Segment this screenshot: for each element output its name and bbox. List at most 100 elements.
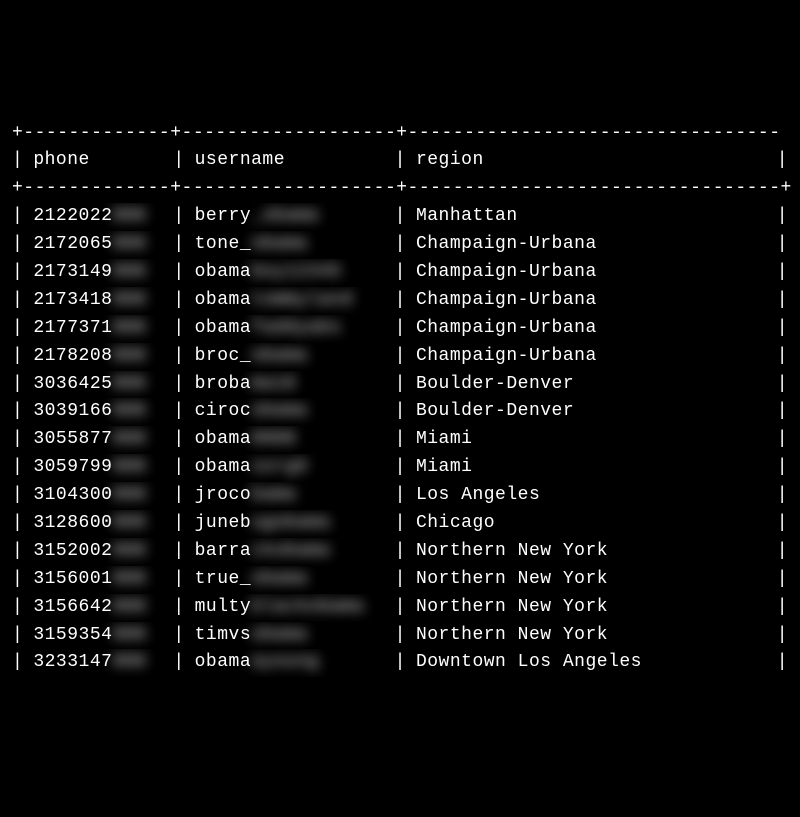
phone-redacted: 000 [112, 426, 146, 454]
username-visible: multy [195, 594, 252, 622]
username-visible: obama [195, 287, 252, 315]
column-separator: | [777, 566, 788, 594]
cell-region: Miami [406, 454, 777, 482]
column-separator: | [395, 482, 406, 510]
phone-redacted: 000 [112, 343, 146, 371]
column-separator: | [12, 203, 23, 231]
cell-phone: 3055877000 [23, 426, 173, 454]
table-row: |2177371000|obamafaddyabs|Champaign-Urba… [12, 315, 788, 343]
column-separator: | [173, 649, 184, 677]
column-separator: | [12, 147, 23, 175]
column-separator: | [777, 622, 788, 650]
column-separator: | [12, 231, 23, 259]
table-row: |3156001000|true_obama|Northern New York… [12, 566, 788, 594]
column-separator: | [395, 538, 406, 566]
username-redacted: obama [251, 622, 308, 650]
column-separator: | [12, 343, 23, 371]
cell-region: Champaign-Urbana [406, 287, 777, 315]
cell-region: Champaign-Urbana [406, 343, 777, 371]
cell-phone: 2122022000 [23, 203, 173, 231]
table-row: |2178208000|broc_obama|Champaign-Urbana| [12, 343, 788, 371]
column-separator: | [173, 343, 184, 371]
column-separator: | [12, 566, 23, 594]
username-redacted: obama [251, 566, 308, 594]
column-separator: | [173, 287, 184, 315]
username-visible: obama [195, 454, 252, 482]
cell-region: Northern New York [406, 566, 777, 594]
phone-redacted: 000 [112, 315, 146, 343]
cell-phone: 2177371000 [23, 315, 173, 343]
username-redacted: obama [251, 343, 308, 371]
table-row: |3055877000|obama0808|Miami| [12, 426, 788, 454]
column-separator: | [395, 203, 406, 231]
column-separator: | [12, 510, 23, 538]
column-separator: | [173, 203, 184, 231]
table-row: |3233147000|obamaayoung|Downtown Los Ang… [12, 649, 788, 677]
column-separator: | [777, 231, 788, 259]
username-redacted: 0808 [251, 426, 296, 454]
column-separator: | [173, 622, 184, 650]
cell-username: obamaboy12345 [185, 259, 395, 287]
query-result-table: +-------------+-------------------+-----… [12, 120, 788, 678]
username-visible: berry [195, 203, 252, 231]
cell-phone: 2173418000 [23, 287, 173, 315]
cell-username: obamafaddyabs [185, 315, 395, 343]
cell-username: junebugobama [185, 510, 395, 538]
column-separator: | [12, 371, 23, 399]
phone-redacted: 000 [112, 203, 146, 231]
column-separator: | [777, 594, 788, 622]
table-row: |2173418000|obamatommyland|Champaign-Urb… [12, 287, 788, 315]
column-separator: | [395, 649, 406, 677]
column-separator: | [12, 538, 23, 566]
cell-phone: 3104300000 [23, 482, 173, 510]
cell-region: Manhattan [406, 203, 777, 231]
cell-region: Boulder-Denver [406, 398, 777, 426]
phone-visible: 2173418 [33, 287, 112, 315]
column-separator: | [395, 315, 406, 343]
username-visible: obama [195, 649, 252, 677]
cell-username: barrackobama [185, 538, 395, 566]
column-separator: | [777, 315, 788, 343]
column-separator: | [777, 147, 788, 175]
column-separator: | [173, 147, 184, 175]
username-visible: broc_ [195, 343, 252, 371]
column-separator: | [777, 287, 788, 315]
phone-visible: 2178208 [33, 343, 112, 371]
column-separator: | [12, 482, 23, 510]
column-separator: | [777, 371, 788, 399]
username-visible: obama [195, 426, 252, 454]
cell-region: Northern New York [406, 594, 777, 622]
username-redacted: obama [251, 231, 308, 259]
column-separator: | [173, 398, 184, 426]
cell-phone: 3159354000 [23, 622, 173, 650]
phone-redacted: 000 [112, 566, 146, 594]
username-visible: timvs [195, 622, 252, 650]
username-visible: obama [195, 315, 252, 343]
column-separator: | [173, 371, 184, 399]
column-separator: | [12, 622, 23, 650]
column-separator: | [395, 287, 406, 315]
column-separator: | [395, 622, 406, 650]
column-separator: | [777, 398, 788, 426]
table-row: |3128600000|junebugobama|Chicago| [12, 510, 788, 538]
column-separator: | [777, 538, 788, 566]
cell-phone: 3233147000 [23, 649, 173, 677]
cell-username: brobama18 [185, 371, 395, 399]
cell-region: Boulder-Denver [406, 371, 777, 399]
phone-visible: 3055877 [33, 426, 112, 454]
phone-visible: 2172065 [33, 231, 112, 259]
phone-visible: 2173149 [33, 259, 112, 287]
phone-visible: 3152002 [33, 538, 112, 566]
column-separator: | [395, 371, 406, 399]
column-separator: | [777, 426, 788, 454]
phone-redacted: 000 [112, 231, 146, 259]
header-phone: phone [23, 147, 173, 175]
table-row: |3152002000|barrackobama|Northern New Yo… [12, 538, 788, 566]
table-row: |3156642000|multyblackobama|Northern New… [12, 594, 788, 622]
username-redacted: obama [251, 398, 308, 426]
cell-phone: 2178208000 [23, 343, 173, 371]
cell-phone: 3059799000 [23, 454, 173, 482]
cell-phone: 3156001000 [23, 566, 173, 594]
cell-username: berry_obama [185, 203, 395, 231]
table-row: |3104300000|jrocobama|Los Angeles| [12, 482, 788, 510]
